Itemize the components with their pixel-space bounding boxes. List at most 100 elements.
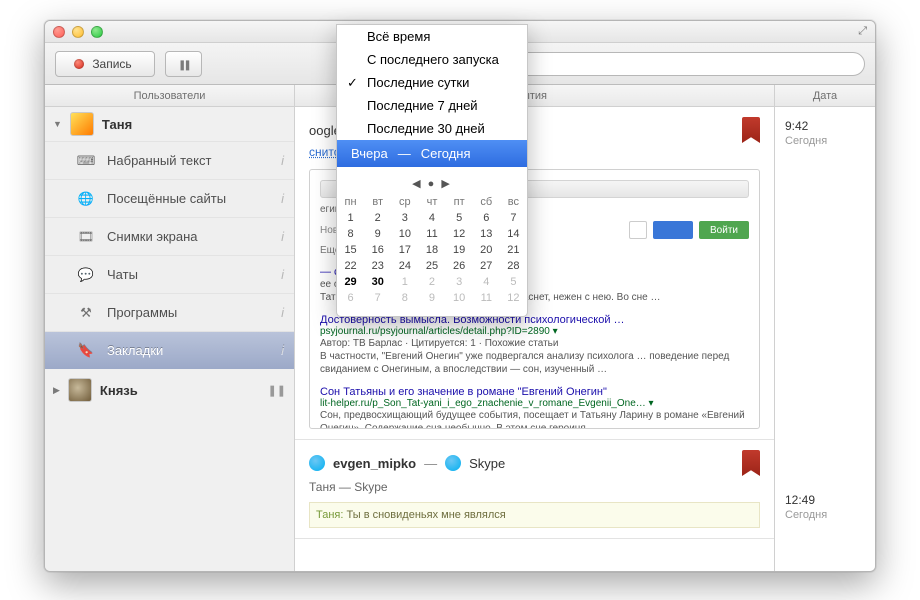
calendar-day[interactable]: 18 xyxy=(418,242,445,258)
disclosure-icon[interactable]: ▼ xyxy=(53,119,62,129)
sidebar-item-visited-sites[interactable]: 🌐 Посещённые сайты i xyxy=(45,179,294,217)
calendar-day[interactable]: 11 xyxy=(418,226,445,242)
globe-icon: 🌐 xyxy=(75,190,97,208)
sidebar-item-programs[interactable]: ⚒ Программы i xyxy=(45,293,294,331)
calendar-day[interactable]: 5 xyxy=(500,274,527,290)
sidebar-item-typed-text[interactable]: ⌨ Набранный текст i xyxy=(45,141,294,179)
calendar-day[interactable]: 9 xyxy=(364,226,391,242)
cat-label: Снимки экрана xyxy=(107,229,198,244)
info-icon[interactable]: i xyxy=(281,305,284,320)
calendar-day[interactable]: 30 xyxy=(364,274,391,290)
calendar-weekday: ср xyxy=(391,194,418,210)
sidebar-item-bookmarks[interactable]: 🔖 Закладки i xyxy=(45,331,294,369)
calendar-day[interactable]: 25 xyxy=(418,258,445,274)
calendar-day[interactable]: 9 xyxy=(418,290,445,306)
sidebar-item-screenshots[interactable]: 🎞 Снимки экрана i xyxy=(45,217,294,255)
info-icon[interactable]: i xyxy=(281,153,284,168)
calendar-day[interactable]: 28 xyxy=(500,258,527,274)
event-subtitle: Таня — Skype xyxy=(309,480,760,494)
pause-button[interactable] xyxy=(165,51,202,77)
calendar-day[interactable]: 8 xyxy=(337,226,364,242)
avatar xyxy=(70,112,94,136)
chat-icon: 💬 xyxy=(75,266,97,284)
calendar-day[interactable]: 10 xyxy=(391,226,418,242)
calendar-day[interactable]: 3 xyxy=(446,274,473,290)
cat-label: Набранный текст xyxy=(107,153,211,168)
info-icon[interactable]: i xyxy=(281,343,284,358)
calendar-day[interactable]: 10 xyxy=(446,290,473,306)
disclosure-icon[interactable]: ▶ xyxy=(53,385,60,396)
calendar-day[interactable]: 14 xyxy=(500,226,527,242)
calendar-day[interactable]: 1 xyxy=(337,210,364,226)
calendar-day[interactable]: 8 xyxy=(391,290,418,306)
record-button[interactable]: Запись xyxy=(55,51,155,77)
calendar-weekday: чт xyxy=(418,194,445,210)
calendar-day[interactable]: 4 xyxy=(473,274,500,290)
calendar-day[interactable]: 7 xyxy=(364,290,391,306)
calendar-day[interactable]: 7 xyxy=(500,210,527,226)
user-row-knyaz[interactable]: ▶ Князь ❚❚ xyxy=(45,373,294,407)
info-icon[interactable]: i xyxy=(281,191,284,206)
calendar-weekday: сб xyxy=(473,194,500,210)
calendar-day[interactable]: 4 xyxy=(418,210,445,226)
date-range-popover: Всё время С последнего запуска Последние… xyxy=(336,24,528,317)
dash: — xyxy=(398,146,411,161)
message-preview: Таня: Ты в сновиденьях мне являлся xyxy=(309,502,760,528)
calendar-day[interactable]: 11 xyxy=(473,290,500,306)
col-date[interactable]: Дата xyxy=(775,85,875,106)
calendar-day[interactable]: 12 xyxy=(500,290,527,306)
calendar-day[interactable]: 6 xyxy=(337,290,364,306)
record-label: Запись xyxy=(92,57,131,71)
calendar-day[interactable]: 22 xyxy=(337,258,364,274)
dates-column: 9:42 Сегодня 12:49 Сегодня xyxy=(775,107,875,571)
popover-item-all-time[interactable]: Всё время xyxy=(337,25,527,48)
sidebar-item-chats[interactable]: 💬 Чаты i xyxy=(45,255,294,293)
calendar-day[interactable]: 15 xyxy=(337,242,364,258)
calendar-weekday: вс xyxy=(500,194,527,210)
bookmark-ribbon-icon[interactable] xyxy=(742,117,760,143)
bookmark-ribbon-icon[interactable] xyxy=(742,450,760,476)
calendar-day[interactable]: 29 xyxy=(337,274,364,290)
calendar-day[interactable]: 6 xyxy=(473,210,500,226)
calendar-day[interactable]: 3 xyxy=(391,210,418,226)
calendar-day[interactable]: 16 xyxy=(364,242,391,258)
info-icon[interactable]: i xyxy=(281,229,284,244)
range-to: Сегодня xyxy=(421,146,471,161)
popover-item-since-launch[interactable]: С последнего запуска xyxy=(337,48,527,71)
calendar-day[interactable]: 1 xyxy=(391,274,418,290)
calendar-day[interactable]: 24 xyxy=(391,258,418,274)
skype-icon xyxy=(309,455,325,471)
col-users[interactable]: Пользователи xyxy=(45,85,295,106)
calendar-controls[interactable]: ◀ ● ▶ xyxy=(337,173,527,194)
grid-icon xyxy=(629,221,647,239)
pause-icon xyxy=(178,57,189,71)
popover-item-last-24h[interactable]: Последние сутки xyxy=(337,71,527,94)
calendar-day[interactable]: 27 xyxy=(473,258,500,274)
calendar-day[interactable]: 13 xyxy=(473,226,500,242)
calendar-day[interactable]: 19 xyxy=(446,242,473,258)
calendar-day[interactable]: 5 xyxy=(446,210,473,226)
sidebar: ▼ Таня ⌨ Набранный текст i 🌐 Посещённые … xyxy=(45,107,295,571)
calendar-day[interactable]: 26 xyxy=(446,258,473,274)
user-row-tanya[interactable]: ▼ Таня xyxy=(45,107,294,141)
msg-text: Ты в сновиденьях мне являлся xyxy=(347,509,506,521)
calendar-day[interactable]: 12 xyxy=(446,226,473,242)
calendar-day[interactable]: 2 xyxy=(364,210,391,226)
event-time: 12:49 xyxy=(785,493,865,507)
calendar-day[interactable]: 23 xyxy=(364,258,391,274)
calendar-day[interactable]: 21 xyxy=(500,242,527,258)
calendar-table: пнвтсрчтптсбвс 1234567891011121314151617… xyxy=(337,194,527,306)
info-icon[interactable]: i xyxy=(281,267,284,282)
cat-label: Программы xyxy=(107,305,177,320)
popover-item-last-7d[interactable]: Последние 7 дней xyxy=(337,94,527,117)
calendar-day[interactable]: 2 xyxy=(418,274,445,290)
app-name: Skype xyxy=(469,456,505,471)
popover-range-row[interactable]: Вчера — Сегодня xyxy=(337,140,527,167)
date-cell: 12:49 Сегодня xyxy=(775,481,875,533)
event-card-skype[interactable]: evgen_mipko — Skype Таня — Skype Таня: Т… xyxy=(295,440,774,539)
fullscreen-icon[interactable]: ⤢ xyxy=(858,25,867,38)
calendar-day[interactable]: 20 xyxy=(473,242,500,258)
calendar-day[interactable]: 17 xyxy=(391,242,418,258)
pause-icon[interactable]: ❚❚ xyxy=(268,384,286,397)
popover-item-last-30d[interactable]: Последние 30 дней xyxy=(337,117,527,140)
